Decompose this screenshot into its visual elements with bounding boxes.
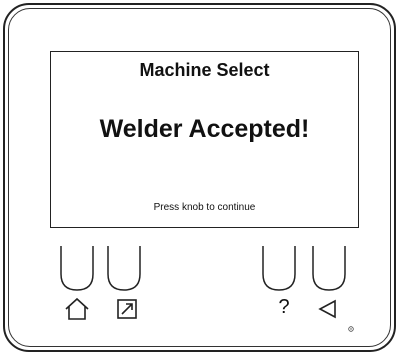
softkey-3[interactable] [259, 244, 299, 294]
softkey-2[interactable] [104, 244, 144, 294]
screen-title: Machine Select [139, 60, 270, 80]
back-triangle-icon [315, 296, 341, 322]
corner-indicator-icon [348, 319, 354, 332]
help-icon: ? [278, 296, 290, 318]
display-screen: Machine Select Welder Accepted! Press kn… [50, 51, 359, 228]
screen-hint: Press knob to continue [153, 202, 256, 213]
screen-message: Welder Accepted! [99, 115, 310, 143]
softkey-4[interactable] [309, 244, 349, 294]
square-arrow-icon [114, 296, 140, 322]
softkey-1[interactable] [57, 244, 97, 294]
home-icon [64, 296, 90, 322]
